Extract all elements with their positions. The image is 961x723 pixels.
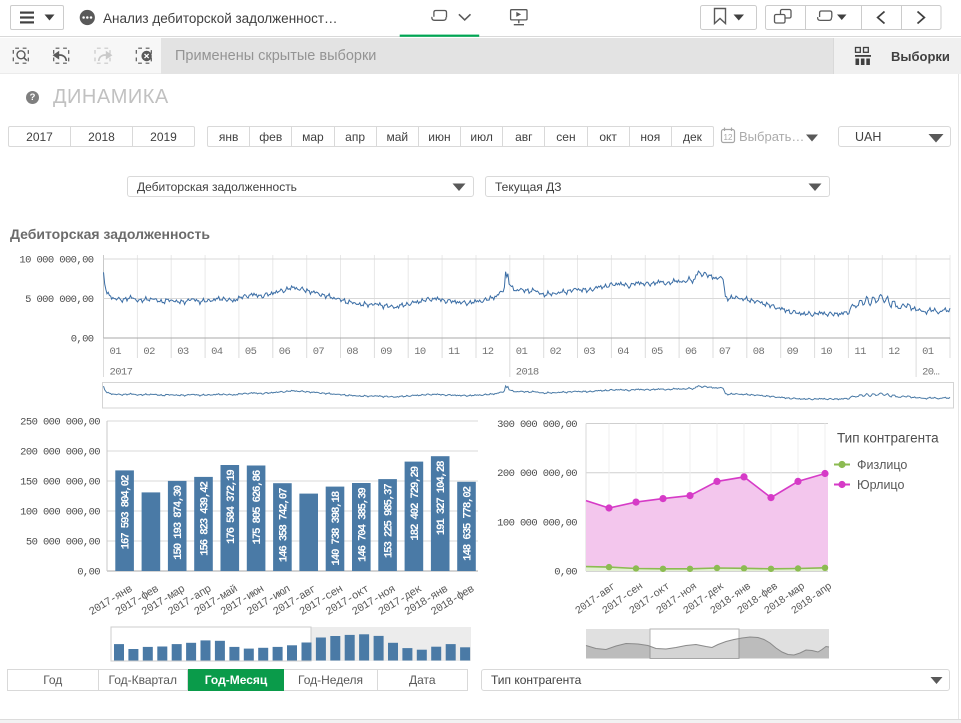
svg-text:Тип контрагента: Тип контрагента [837, 431, 939, 446]
svg-text:100 000 000,00: 100 000 000,00 [497, 518, 577, 530]
svg-text:200 000 000,00: 200 000 000,00 [497, 468, 577, 480]
svg-text:Юрлицо: Юрлицо [857, 478, 904, 492]
svg-text:0,00: 0,00 [554, 567, 577, 579]
svg-text:Физлицо: Физлицо [857, 458, 907, 472]
svg-text:300 000 000,00: 300 000 000,00 [497, 419, 577, 431]
